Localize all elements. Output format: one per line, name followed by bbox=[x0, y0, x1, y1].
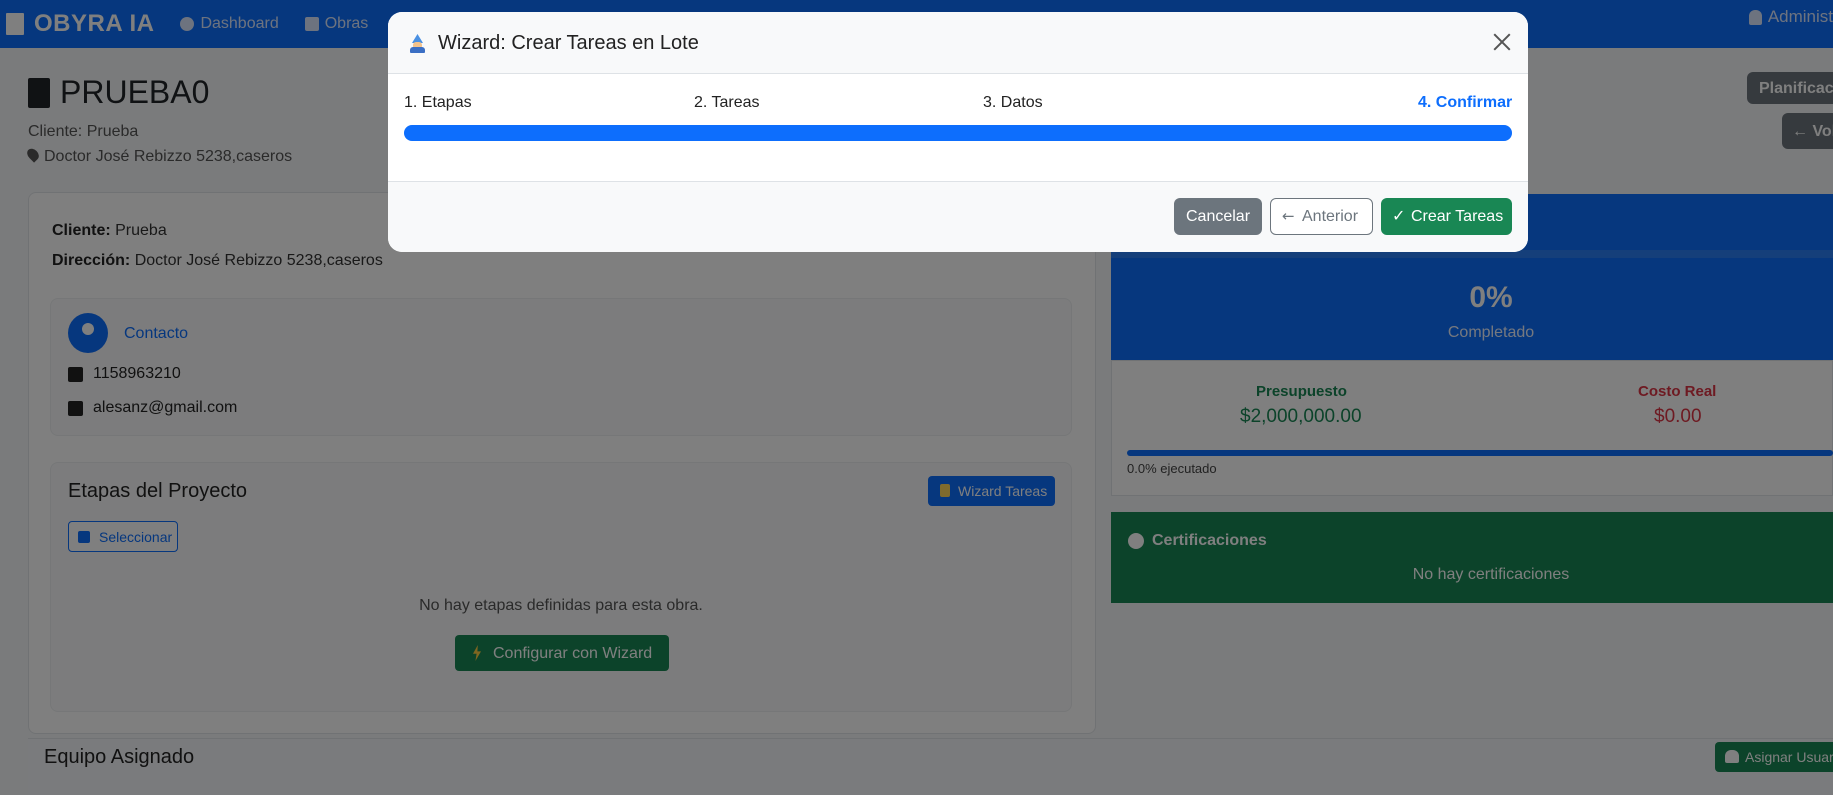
modal-title: Wizard: Crear Tareas en Lote bbox=[438, 32, 699, 54]
wizard-progress bbox=[404, 125, 1512, 141]
cancel-button[interactable]: Cancelar bbox=[1174, 198, 1262, 235]
step-etapas: 1. Etapas bbox=[404, 94, 472, 111]
step-datos: 3. Datos bbox=[983, 94, 1043, 111]
close-icon[interactable] bbox=[1492, 32, 1512, 52]
wizard-progress-fill bbox=[404, 125, 1512, 141]
previous-button[interactable]: Anterior bbox=[1270, 198, 1373, 235]
wizard-icon bbox=[409, 34, 426, 53]
step-tareas: 2. Tareas bbox=[694, 94, 760, 111]
step-confirmar: 4. Confirmar bbox=[1418, 94, 1513, 111]
create-tasks-button[interactable]: Crear Tareas bbox=[1381, 198, 1512, 235]
